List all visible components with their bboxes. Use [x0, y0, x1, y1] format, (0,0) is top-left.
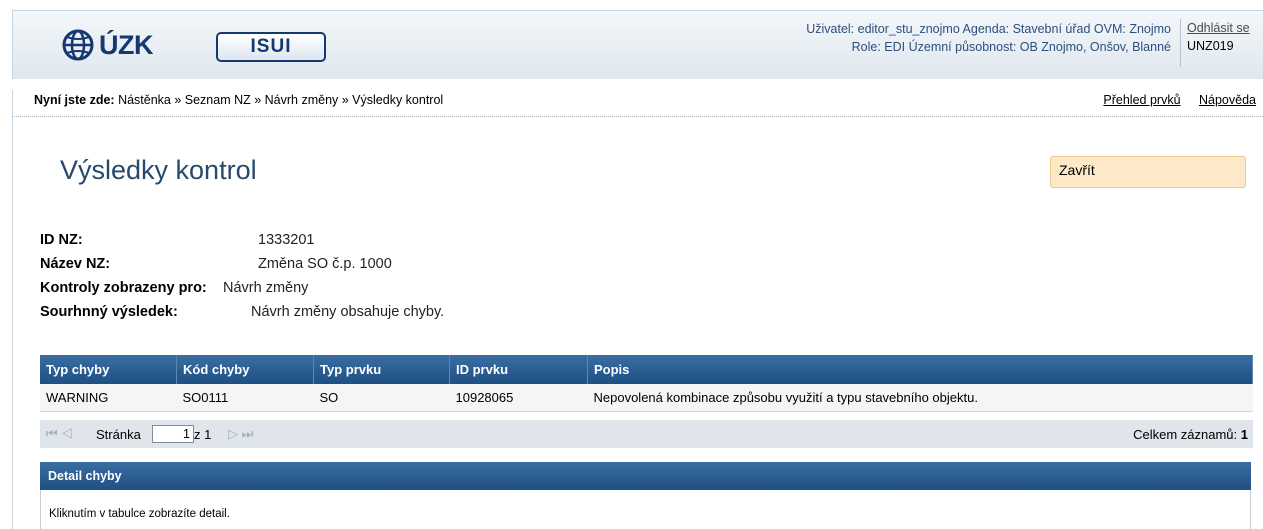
close-button[interactable]: Zavřít — [1050, 156, 1246, 188]
detail-header: Detail chyby — [40, 462, 1251, 490]
info-key: Kontroly zobrazeny pro: — [40, 280, 207, 296]
header: ÚZK ISUI Uživatel: editor_stu_znojmo Age… — [12, 10, 1263, 79]
breadcrumb: Nyní jste zde: Nástěnka » Seznam NZ » Ná… — [12, 88, 1263, 117]
table-cell: 10928065 — [449, 384, 588, 412]
total-value: 1 — [1240, 427, 1248, 442]
table-cell: WARNING — [40, 384, 177, 412]
cuzk-logo[interactable]: ÚZK — [61, 25, 154, 65]
logout-area: Odhlásit se UNZ019 — [1187, 19, 1250, 55]
logout-link[interactable]: Odhlásit se — [1187, 19, 1250, 37]
info-value: 1333201 — [258, 232, 315, 248]
column-header[interactable]: Typ prvku — [313, 355, 450, 384]
info-value: Návrh změny — [223, 280, 309, 296]
page-number-input[interactable] — [152, 425, 194, 443]
globe-icon — [62, 29, 94, 61]
breadcrumb-label: Nyní jste zde: — [34, 93, 115, 107]
info-key: Název NZ: — [40, 256, 111, 272]
info-value: Změna SO č.p. 1000 — [258, 256, 392, 272]
pager: ⏮ ◁ Stránka z 1 ▷ ⏭ Celkem záznamů: 1 — [40, 420, 1253, 448]
divider — [1180, 19, 1181, 67]
help-links: Přehled prvků Nápověda — [1088, 93, 1256, 107]
errors-table: Typ chyby Kód chyby Typ prvku ID prvku P… — [40, 355, 1253, 412]
user-info: Uživatel: editor_stu_znojmo Agenda: Stav… — [806, 20, 1171, 56]
isui-logo[interactable]: ISUI — [216, 32, 326, 62]
office-code: UNZ019 — [1187, 39, 1234, 53]
table-cell: SO0111 — [176, 384, 314, 412]
pager-first-prev-icons[interactable]: ⏮ ◁ — [46, 426, 73, 442]
pager-next-last-icons[interactable]: ▷ ⏭ — [228, 426, 253, 442]
app-frame: ÚZK ISUI Uživatel: editor_stu_znojmo Age… — [0, 0, 1263, 529]
page-title: Výsledky kontrol — [60, 155, 257, 185]
column-header[interactable]: ID prvku — [449, 355, 588, 384]
user-info-line1: Uživatel: editor_stu_znojmo Agenda: Stav… — [806, 22, 1171, 36]
column-header[interactable]: Kód chyby — [176, 355, 314, 384]
breadcrumb-path: Nyní jste zde: Nástěnka » Seznam NZ » Ná… — [34, 93, 443, 107]
total-records: Celkem záznamů: 1 — [1133, 427, 1248, 442]
total-label: Celkem záznamů: — [1133, 427, 1238, 442]
info-value: Návrh změny obsahuje chyby. — [251, 304, 445, 320]
user-info-line2: Role: EDI Územní působnost: OB Znojmo, O… — [851, 40, 1171, 54]
column-header[interactable]: Typ chyby — [40, 355, 177, 384]
table-cell: Nepovolená kombinace způsobu využití a t… — [587, 384, 1253, 412]
table-cell: SO — [313, 384, 450, 412]
left-border — [12, 90, 13, 529]
info-key: Sourhnný výsledek: — [40, 304, 178, 320]
info-key: ID NZ: — [40, 232, 83, 248]
table-header-row: Typ chyby Kód chyby Typ prvku ID prvku P… — [40, 355, 1253, 384]
table-row[interactable]: WARNING SO0111 SO 10928065 Nepovolená ko… — [40, 384, 1253, 412]
pager-page-label: Stránka — [96, 427, 141, 442]
breadcrumb-items: Nástěnka » Seznam NZ » Návrh změny » Výs… — [118, 93, 444, 107]
elements-overview-link[interactable]: Přehled prvků — [1103, 93, 1180, 107]
help-link[interactable]: Nápověda — [1199, 93, 1256, 107]
column-header[interactable]: Popis — [587, 355, 1253, 384]
detail-body: Kliknutím v tabulce zobrazíte detail. — [40, 490, 1251, 529]
pager-of-label: z 1 — [194, 427, 212, 442]
cuzk-logo-text: ÚZK — [99, 29, 154, 60]
isui-logo-text: ISUI — [250, 36, 292, 57]
